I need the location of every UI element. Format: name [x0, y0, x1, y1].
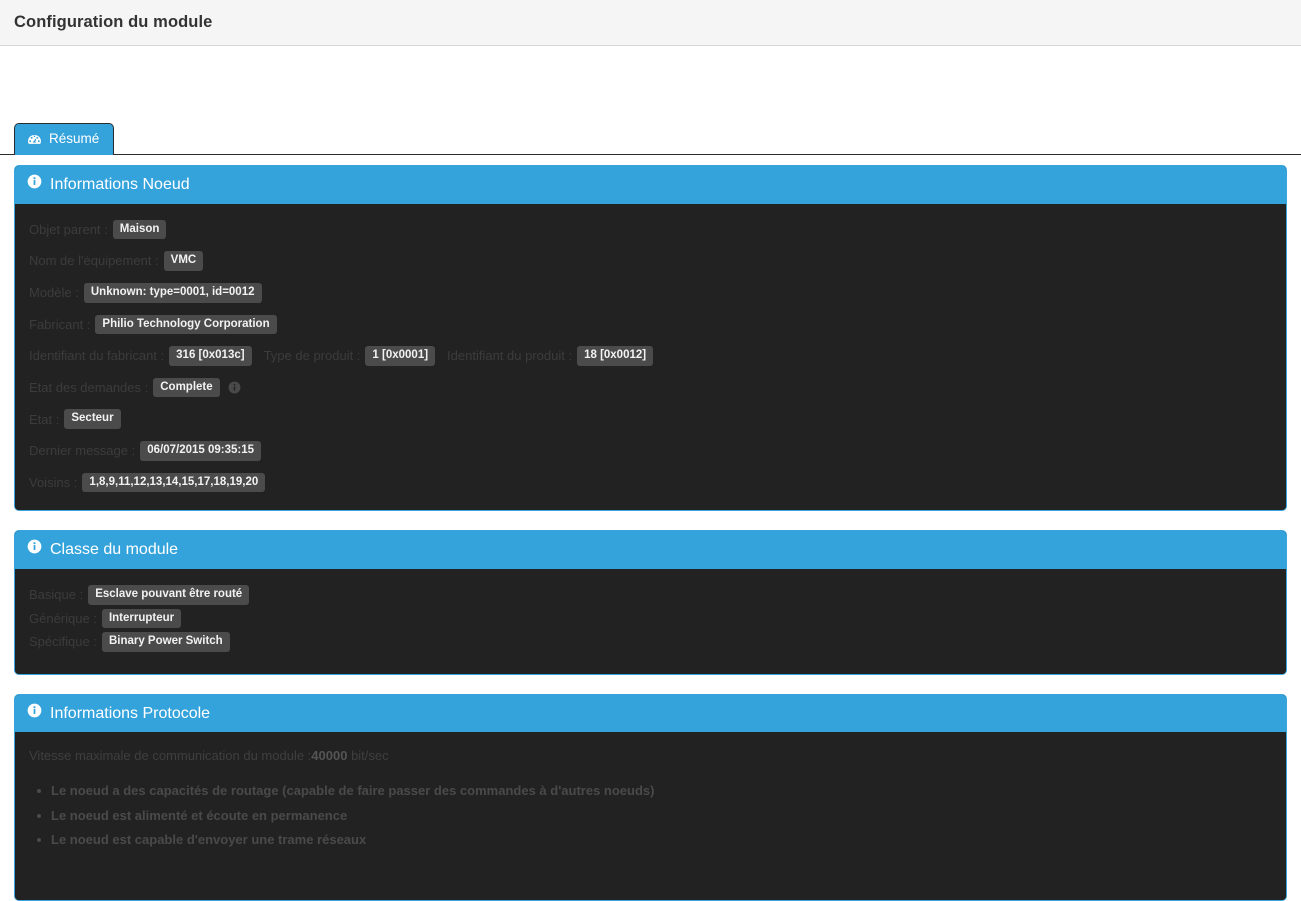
label-objet-parent: Objet parent :	[29, 221, 108, 237]
list-item: Le noeud est alimenté et écoute en perma…	[37, 804, 1272, 828]
label-type-produit: Type de produit :	[263, 348, 361, 364]
value-identifiant-produit: 18 [0x0012]	[577, 346, 654, 366]
panel-module-class-heading: Classe du module	[15, 531, 1286, 569]
panel-module-class-title: Classe du module	[50, 541, 179, 559]
list-item: Le noeud est capable d'envoyer une trame…	[37, 828, 1272, 852]
label-specifique: Spécifique :	[29, 634, 97, 650]
info-circle-icon	[27, 539, 42, 561]
dashboard-icon	[27, 132, 42, 147]
panel-node-info-body: Objet parent : Maison Nom de l'équipemen…	[15, 203, 1286, 511]
value-nom-equipement: VMC	[163, 251, 204, 271]
label-modele: Modèle :	[29, 284, 79, 300]
value-basique: Esclave pouvant être routé	[88, 584, 250, 605]
panel-module-class-body: Basique : Esclave pouvant être routé Gén…	[15, 568, 1286, 674]
row-basique: Basique : Esclave pouvant être routé	[29, 584, 1272, 605]
panel-protocol-info-body: Vitesse maximale de communication du mod…	[15, 732, 1286, 900]
row-generique: Générique : Interrupteur	[29, 608, 1272, 629]
row-specifique: Spécifique : Binary Power Switch	[29, 632, 1272, 652]
protocol-spacer	[29, 852, 1272, 882]
label-basique: Basique :	[29, 587, 84, 603]
value-objet-parent: Maison	[112, 219, 167, 240]
protocol-speed-suffix: bit/sec	[347, 748, 389, 764]
value-etat: Secteur	[64, 409, 121, 430]
info-circle-icon[interactable]	[228, 381, 241, 394]
value-generique: Interrupteur	[101, 608, 182, 629]
row-voisins: Voisins : 1,8,9,11,12,13,14,15,17,18,19,…	[29, 472, 1272, 493]
panel-protocol-info-title: Informations Protocole	[50, 704, 211, 722]
value-modele: Unknown: type=0001, id=0012	[83, 282, 262, 303]
tab-resume[interactable]: Résumé	[14, 123, 115, 155]
row-dernier-message: Dernier message : 06/07/2015 09:35:15	[29, 441, 1272, 461]
row-fabricant: Fabricant : Philio Technology Corporatio…	[29, 314, 1272, 335]
label-generique: Générique :	[29, 610, 97, 626]
label-identifiant-fabricant: Identifiant du fabricant :	[29, 348, 165, 364]
label-voisins: Voisins :	[29, 474, 78, 490]
value-type-produit: 1 [0x0001]	[365, 346, 436, 366]
tab-strip: Résumé	[0, 122, 1301, 155]
protocol-speed-prefix: Vitesse maximale de communication du mod…	[29, 748, 312, 764]
label-etat-demandes: Etat des demandes :	[29, 379, 149, 395]
protocol-speed: Vitesse maximale de communication du mod…	[29, 748, 1272, 763]
panel-node-info-title: Informations Noeud	[50, 176, 190, 193]
label-dernier-message: Dernier message :	[29, 443, 136, 459]
panel-node-info: Informations Noeud Objet parent : Maison…	[14, 165, 1287, 512]
panel-node-info-heading: Informations Noeud	[15, 166, 1286, 204]
row-identifiants: Identifiant du fabricant : 316 [0x013c] …	[29, 346, 1272, 366]
value-specifique: Binary Power Switch	[101, 632, 230, 652]
panel-container: Informations Noeud Objet parent : Maison…	[0, 155, 1301, 901]
row-nom-equipement: Nom de l'équipement : VMC	[29, 251, 1272, 271]
label-nom-equipement: Nom de l'équipement :	[29, 253, 159, 269]
value-dernier-message: 06/07/2015 09:35:15	[140, 441, 262, 461]
label-identifiant-produit: Identifiant du produit :	[447, 348, 573, 364]
tab-label: Résumé	[49, 131, 100, 147]
page-title: Configuration du module	[14, 13, 213, 31]
value-identifiant-fabricant: 316 [0x013c]	[169, 346, 252, 366]
label-fabricant: Fabricant :	[29, 316, 91, 332]
row-objet-parent: Objet parent : Maison	[29, 219, 1272, 240]
list-item: Le noeud a des capacités de routage (cap…	[37, 779, 1272, 803]
info-circle-icon	[27, 703, 42, 725]
protocol-capability-list: Le noeud a des capacités de routage (cap…	[29, 779, 1272, 851]
row-modele: Modèle : Unknown: type=0001, id=0012	[29, 282, 1272, 303]
label-etat: Etat :	[29, 411, 60, 427]
info-circle-icon	[27, 174, 42, 196]
value-etat-demandes: Complete	[153, 377, 220, 398]
row-etat-demandes: Etat des demandes : Complete	[29, 377, 1272, 398]
panel-protocol-info: Informations Protocole Vitesse maximale …	[14, 693, 1287, 901]
protocol-speed-value: 40000	[311, 748, 348, 764]
value-fabricant: Philio Technology Corporation	[95, 314, 277, 335]
page-header: Configuration du module	[0, 0, 1301, 46]
row-etat: Etat : Secteur	[29, 409, 1272, 430]
value-voisins: 1,8,9,11,12,13,14,15,17,18,19,20	[82, 472, 266, 493]
panel-protocol-info-heading: Informations Protocole	[15, 694, 1286, 733]
panel-module-class: Classe du module Basique : Esclave pouva…	[14, 530, 1287, 675]
